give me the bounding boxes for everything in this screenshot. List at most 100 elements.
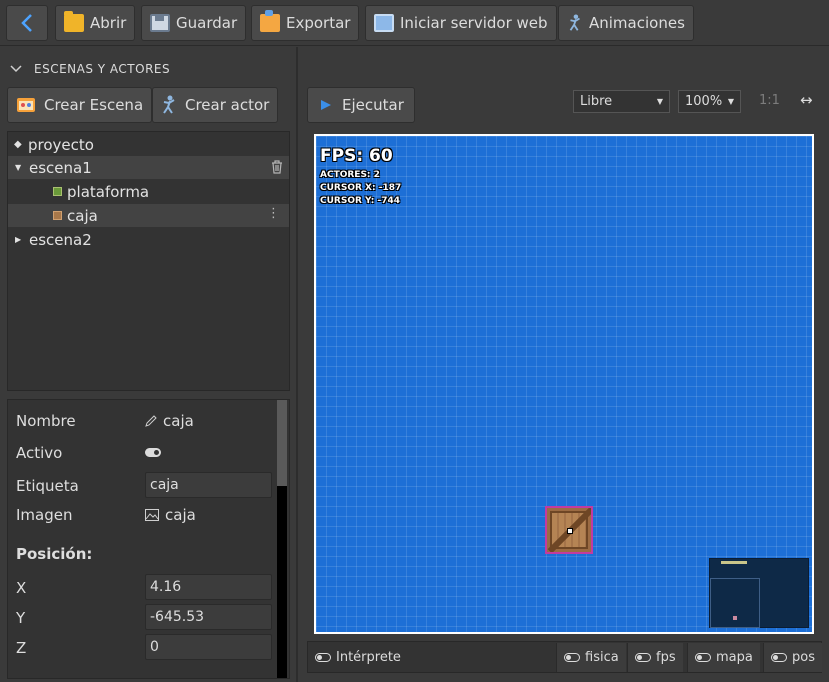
actors-count: ACTORES: 2 xyxy=(320,170,380,180)
properties-scrollbar-thumb[interactable] xyxy=(277,400,287,486)
minimap-viewport xyxy=(710,578,760,628)
export-button[interactable]: Exportar xyxy=(251,5,360,41)
toggle-off-icon xyxy=(315,653,331,662)
minimap[interactable] xyxy=(709,558,809,628)
tag-input[interactable]: caja xyxy=(145,472,272,498)
left-panel: ESCENAS Y ACTORES Crear Escena Crear act… xyxy=(0,47,298,682)
toggle-off-icon xyxy=(564,653,580,662)
caret-down-icon: ▼ xyxy=(656,97,663,106)
physics-toggle[interactable]: fisica xyxy=(556,643,626,672)
properties-panel: Nombre caja Activo Etiqueta caja Imagen … xyxy=(7,399,290,679)
tree-item-scene1[interactable]: ▼ escena1 xyxy=(8,156,289,179)
ratio-button[interactable]: 1:1 xyxy=(759,93,780,108)
name-value[interactable]: caja xyxy=(145,412,194,430)
run-label: Ejecutar xyxy=(342,96,404,114)
chevron-down-icon xyxy=(10,65,22,73)
image-value[interactable]: caja xyxy=(145,506,196,524)
run-button[interactable]: Ejecutar xyxy=(307,87,415,123)
z-label: Z xyxy=(16,639,27,657)
toggle-off-icon xyxy=(635,653,651,662)
name-label: Nombre xyxy=(16,412,76,430)
physics-label: fisica xyxy=(585,650,619,665)
export-label: Exportar xyxy=(286,14,351,32)
interpreter-toggle[interactable]: Intérprete xyxy=(308,643,408,672)
open-label: Abrir xyxy=(90,14,127,32)
caret-down-icon: ▼ xyxy=(15,163,22,172)
start-server-label: Iniciar servidor web xyxy=(400,14,548,32)
tree-item-box[interactable]: caja ⋮ xyxy=(8,204,289,227)
y-label: Y xyxy=(16,609,26,627)
save-label: Guardar xyxy=(176,14,238,32)
open-button[interactable]: Abrir xyxy=(55,5,136,41)
create-actor-label: Crear actor xyxy=(185,96,270,114)
toggle-on-icon xyxy=(145,448,161,457)
active-label: Activo xyxy=(16,444,63,462)
pos-toggle[interactable]: pos xyxy=(763,643,822,672)
status-bar: Intérprete fisica fps mapa pos xyxy=(307,641,822,673)
map-label: mapa xyxy=(716,650,753,665)
tree-item-project[interactable]: ◆ proyecto xyxy=(8,133,289,156)
fps-toggle[interactable]: fps xyxy=(627,643,683,672)
zoom-select[interactable]: 100% ▼ xyxy=(678,90,741,113)
y-input[interactable]: -645.53 xyxy=(145,604,272,630)
scene-icon xyxy=(17,98,35,112)
toggle-off-icon xyxy=(771,653,787,662)
tree-item-platform[interactable]: plataforma xyxy=(8,180,289,203)
caret-down-icon: ▼ xyxy=(727,97,734,106)
x-input[interactable]: 4.16 xyxy=(145,574,272,600)
tree-item-scene2[interactable]: ▶ escena2 xyxy=(8,228,289,251)
scene-tree: ◆ proyecto ▼ escena1 plataforma caja ⋮ ▶… xyxy=(7,131,290,391)
save-icon xyxy=(150,14,170,32)
create-scene-button[interactable]: Crear Escena xyxy=(7,87,153,123)
toolbar: Abrir Guardar Exportar Iniciar servidor … xyxy=(0,0,829,46)
figure-icon xyxy=(569,14,580,31)
diamond-icon: ◆ xyxy=(14,139,22,150)
left-right-arrow-icon[interactable]: ↔ xyxy=(800,91,813,109)
play-icon xyxy=(321,100,331,110)
start-server-button[interactable]: Iniciar servidor web xyxy=(365,5,557,41)
section-title: ESCENAS Y ACTORES xyxy=(34,62,171,76)
image-text: caja xyxy=(165,506,196,524)
section-header[interactable]: ESCENAS Y ACTORES xyxy=(10,62,170,76)
tree-item-label: escena2 xyxy=(29,230,92,249)
mode-select[interactable]: Libre ▼ xyxy=(573,90,670,113)
more-vertical-icon[interactable]: ⋮ xyxy=(267,206,280,221)
pivot-handle[interactable] xyxy=(567,528,573,534)
figure-icon xyxy=(163,95,175,114)
active-toggle[interactable] xyxy=(145,448,161,457)
tree-item-label: proyecto xyxy=(28,135,94,154)
box-icon xyxy=(53,211,62,220)
fps-display: FPS: 60 xyxy=(320,146,393,166)
main-area: Ejecutar Libre ▼ 100% ▼ 1:1 ↔ FPS: 60 AC… xyxy=(300,47,829,682)
tree-item-label: plataforma xyxy=(67,182,150,201)
animations-button[interactable]: Animaciones xyxy=(558,5,694,41)
folder-icon xyxy=(64,11,84,32)
tree-item-label: escena1 xyxy=(29,158,92,177)
pos-label: pos xyxy=(792,650,815,665)
image-icon xyxy=(145,509,159,521)
zoom-select-value: 100% xyxy=(685,94,723,109)
trash-icon[interactable] xyxy=(271,160,283,174)
create-actor-button[interactable]: Crear actor xyxy=(152,87,279,123)
cursor-y: CURSOR Y: -744 xyxy=(320,196,401,206)
pencil-icon xyxy=(145,415,157,427)
tree-item-label: caja xyxy=(67,206,98,225)
box-actor[interactable] xyxy=(545,506,593,554)
back-button[interactable] xyxy=(6,5,48,41)
save-button[interactable]: Guardar xyxy=(141,5,247,41)
cursor-x: CURSOR X: -187 xyxy=(320,183,402,193)
game-canvas[interactable]: FPS: 60 ACTORES: 2 CURSOR X: -187 CURSOR… xyxy=(314,134,814,634)
tag-label: Etiqueta xyxy=(16,477,79,495)
create-scene-label: Crear Escena xyxy=(44,96,144,114)
animations-label: Animaciones xyxy=(589,14,685,32)
z-input[interactable]: 0 xyxy=(145,634,272,660)
position-title: Posición: xyxy=(16,545,93,563)
image-label: Imagen xyxy=(16,506,73,524)
fps-label: fps xyxy=(656,650,676,665)
map-toggle[interactable]: mapa xyxy=(687,643,760,672)
x-label: X xyxy=(16,579,27,597)
name-text: caja xyxy=(163,412,194,430)
caret-right-icon: ▶ xyxy=(15,235,22,244)
minimap-box xyxy=(733,616,737,620)
server-icon xyxy=(374,14,394,32)
